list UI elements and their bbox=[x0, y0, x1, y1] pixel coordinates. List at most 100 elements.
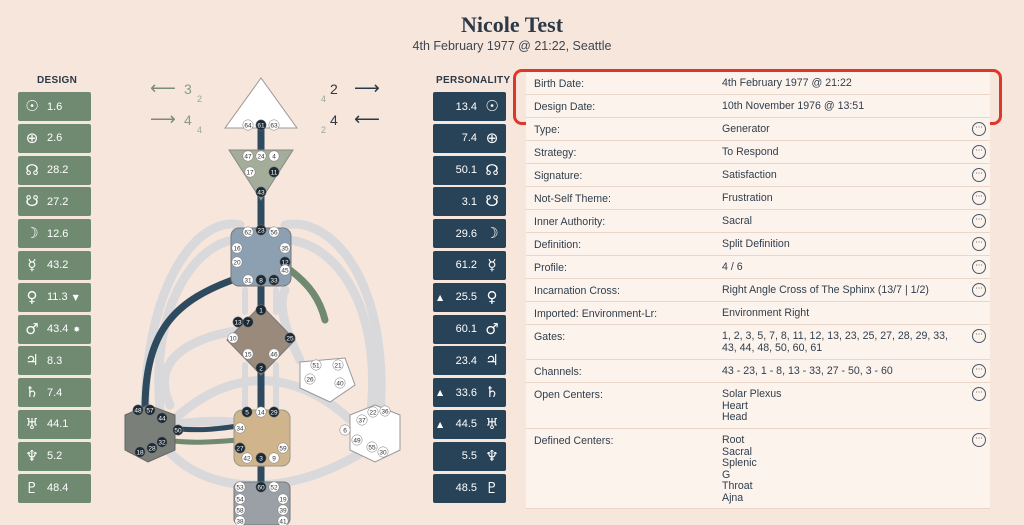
gate-number: 45 bbox=[281, 268, 289, 275]
detail-value: Satisfaction bbox=[722, 169, 777, 181]
gate-number: 33 bbox=[270, 278, 278, 285]
detail-value: Environment Right bbox=[722, 307, 810, 319]
gate-number: 44 bbox=[158, 416, 166, 423]
more-options-icon[interactable]: ··· bbox=[972, 168, 986, 182]
gate-number: 14 bbox=[257, 410, 265, 417]
more-options-icon[interactable]: ··· bbox=[972, 191, 986, 205]
gate-number: 52 bbox=[270, 485, 278, 492]
gate-number: 47 bbox=[244, 154, 252, 161]
detail-label: Type: bbox=[534, 124, 560, 136]
gate-number: 6 bbox=[343, 428, 347, 435]
detail-label: Definition: bbox=[534, 239, 582, 251]
gate-number: 57 bbox=[146, 408, 154, 415]
detail-value: 43 - 23, 1 - 8, 13 - 33, 27 - 50, 3 - 60 bbox=[722, 365, 893, 377]
detail-label: Open Centers: bbox=[534, 389, 603, 401]
gate-number: 21 bbox=[334, 363, 342, 370]
gate-number: 27 bbox=[236, 446, 244, 453]
gate-number: 58 bbox=[236, 508, 244, 515]
gate-number: 16 bbox=[233, 246, 241, 253]
detail-label: Incarnation Cross: bbox=[534, 285, 620, 297]
more-options-icon[interactable]: ··· bbox=[972, 387, 986, 401]
more-options-icon[interactable]: ··· bbox=[972, 364, 986, 378]
detail-value: 10th November 1976 @ 13:51 bbox=[722, 100, 865, 112]
gate-number: 41 bbox=[279, 519, 287, 525]
gate-number: 15 bbox=[244, 352, 252, 359]
gate-number: 19 bbox=[279, 497, 287, 504]
detail-value: Frustration bbox=[722, 192, 773, 204]
detail-row: Birth Date: 4th February 1977 @ 21:22 bbox=[526, 72, 990, 95]
gate-number: 4 bbox=[272, 154, 276, 161]
detail-label: Profile: bbox=[534, 262, 567, 274]
gate-number: 53 bbox=[236, 485, 244, 492]
detail-label: Design Date: bbox=[534, 101, 596, 113]
detail-value: Root Sacral Splenic G Throat Ajna bbox=[722, 434, 757, 504]
gate-number: 35 bbox=[281, 246, 289, 253]
detail-row: Signature: Satisfaction ··· bbox=[526, 164, 990, 187]
detail-value: Sacral bbox=[722, 215, 753, 227]
gate-number: 61 bbox=[257, 123, 265, 130]
gate-number: 50 bbox=[174, 428, 182, 435]
gate-number: 51 bbox=[312, 363, 320, 370]
more-options-icon[interactable]: ··· bbox=[972, 122, 986, 136]
gate-number: 39 bbox=[279, 508, 287, 515]
gate-number: 28 bbox=[148, 446, 156, 453]
gate-number: 32 bbox=[158, 440, 166, 447]
gate-number: 8 bbox=[259, 278, 263, 285]
detail-row: Definition: Split Definition ··· bbox=[526, 233, 990, 256]
more-options-icon[interactable]: ··· bbox=[972, 145, 986, 159]
detail-row: Profile: 4 / 6 ··· bbox=[526, 256, 990, 279]
gate-number: 40 bbox=[336, 381, 344, 388]
gate-number: 29 bbox=[270, 410, 278, 417]
gate-number: 3 bbox=[259, 456, 263, 463]
detail-row: Imported: Environment-Lr: Environment Rig… bbox=[526, 302, 990, 325]
gate-number: 60 bbox=[257, 485, 265, 492]
detail-row: Not-Self Theme: Frustration ··· bbox=[526, 187, 990, 210]
gate-number: 42 bbox=[243, 456, 251, 463]
more-options-icon[interactable]: ··· bbox=[972, 283, 986, 297]
gate-number: 5 bbox=[245, 410, 249, 417]
detail-row: Design Date: 10th November 1976 @ 13:51 bbox=[526, 95, 990, 118]
gate-number: 43 bbox=[257, 190, 265, 197]
detail-value: 1, 2, 3, 5, 7, 8, 11, 12, 13, 23, 25, 27… bbox=[722, 330, 948, 354]
gate-number: 62 bbox=[244, 230, 252, 237]
more-options-icon[interactable]: ··· bbox=[972, 433, 986, 447]
gate-number: 48 bbox=[134, 408, 142, 415]
detail-row: Defined Centers: Root Sacral Splenic G Th… bbox=[526, 429, 990, 509]
gate-number: 56 bbox=[270, 230, 278, 237]
more-options-icon[interactable]: ··· bbox=[972, 214, 986, 228]
detail-value: Right Angle Cross of The Sphinx (13/7 | … bbox=[722, 284, 929, 296]
detail-value: Generator bbox=[722, 123, 770, 135]
gate-number: 25 bbox=[286, 336, 294, 343]
more-options-icon[interactable]: ··· bbox=[972, 329, 986, 343]
gate-number: 2 bbox=[259, 366, 263, 373]
more-options-icon[interactable]: ··· bbox=[972, 260, 986, 274]
gate-number: 38 bbox=[236, 519, 244, 525]
gate-number: 55 bbox=[368, 445, 376, 452]
gate-number: 10 bbox=[229, 336, 237, 343]
gate-number: 20 bbox=[233, 260, 241, 267]
gate-number: 31 bbox=[244, 278, 252, 285]
gate-number: 1 bbox=[259, 308, 263, 315]
detail-label: Gates: bbox=[534, 331, 566, 343]
gate-number: 54 bbox=[236, 497, 244, 504]
gate-number: 23 bbox=[257, 228, 265, 235]
detail-label: Birth Date: bbox=[534, 78, 585, 90]
detail-label: Not-Self Theme: bbox=[534, 193, 611, 205]
gate-number: 49 bbox=[353, 438, 361, 445]
detail-label: Defined Centers: bbox=[534, 435, 614, 447]
detail-value: 4th February 1977 @ 21:22 bbox=[722, 77, 852, 89]
gate-number: 9 bbox=[272, 456, 276, 463]
detail-row: Inner Authority: Sacral ··· bbox=[526, 210, 990, 233]
detail-label: Signature: bbox=[534, 170, 583, 182]
detail-label: Channels: bbox=[534, 366, 582, 378]
gate-number: 11 bbox=[271, 170, 278, 177]
gate-number: 13 bbox=[234, 320, 242, 327]
detail-value: To Respond bbox=[722, 146, 779, 158]
gate-number: 24 bbox=[257, 154, 265, 161]
more-options-icon[interactable]: ··· bbox=[972, 237, 986, 251]
detail-value: 4 / 6 bbox=[722, 261, 743, 273]
gate-number: 17 bbox=[246, 170, 254, 177]
gate-number: 37 bbox=[358, 418, 366, 425]
detail-row: Gates: 1, 2, 3, 5, 7, 8, 11, 12, 13, 23, … bbox=[526, 325, 990, 360]
detail-row: Incarnation Cross: Right Angle Cross of T… bbox=[526, 279, 990, 302]
